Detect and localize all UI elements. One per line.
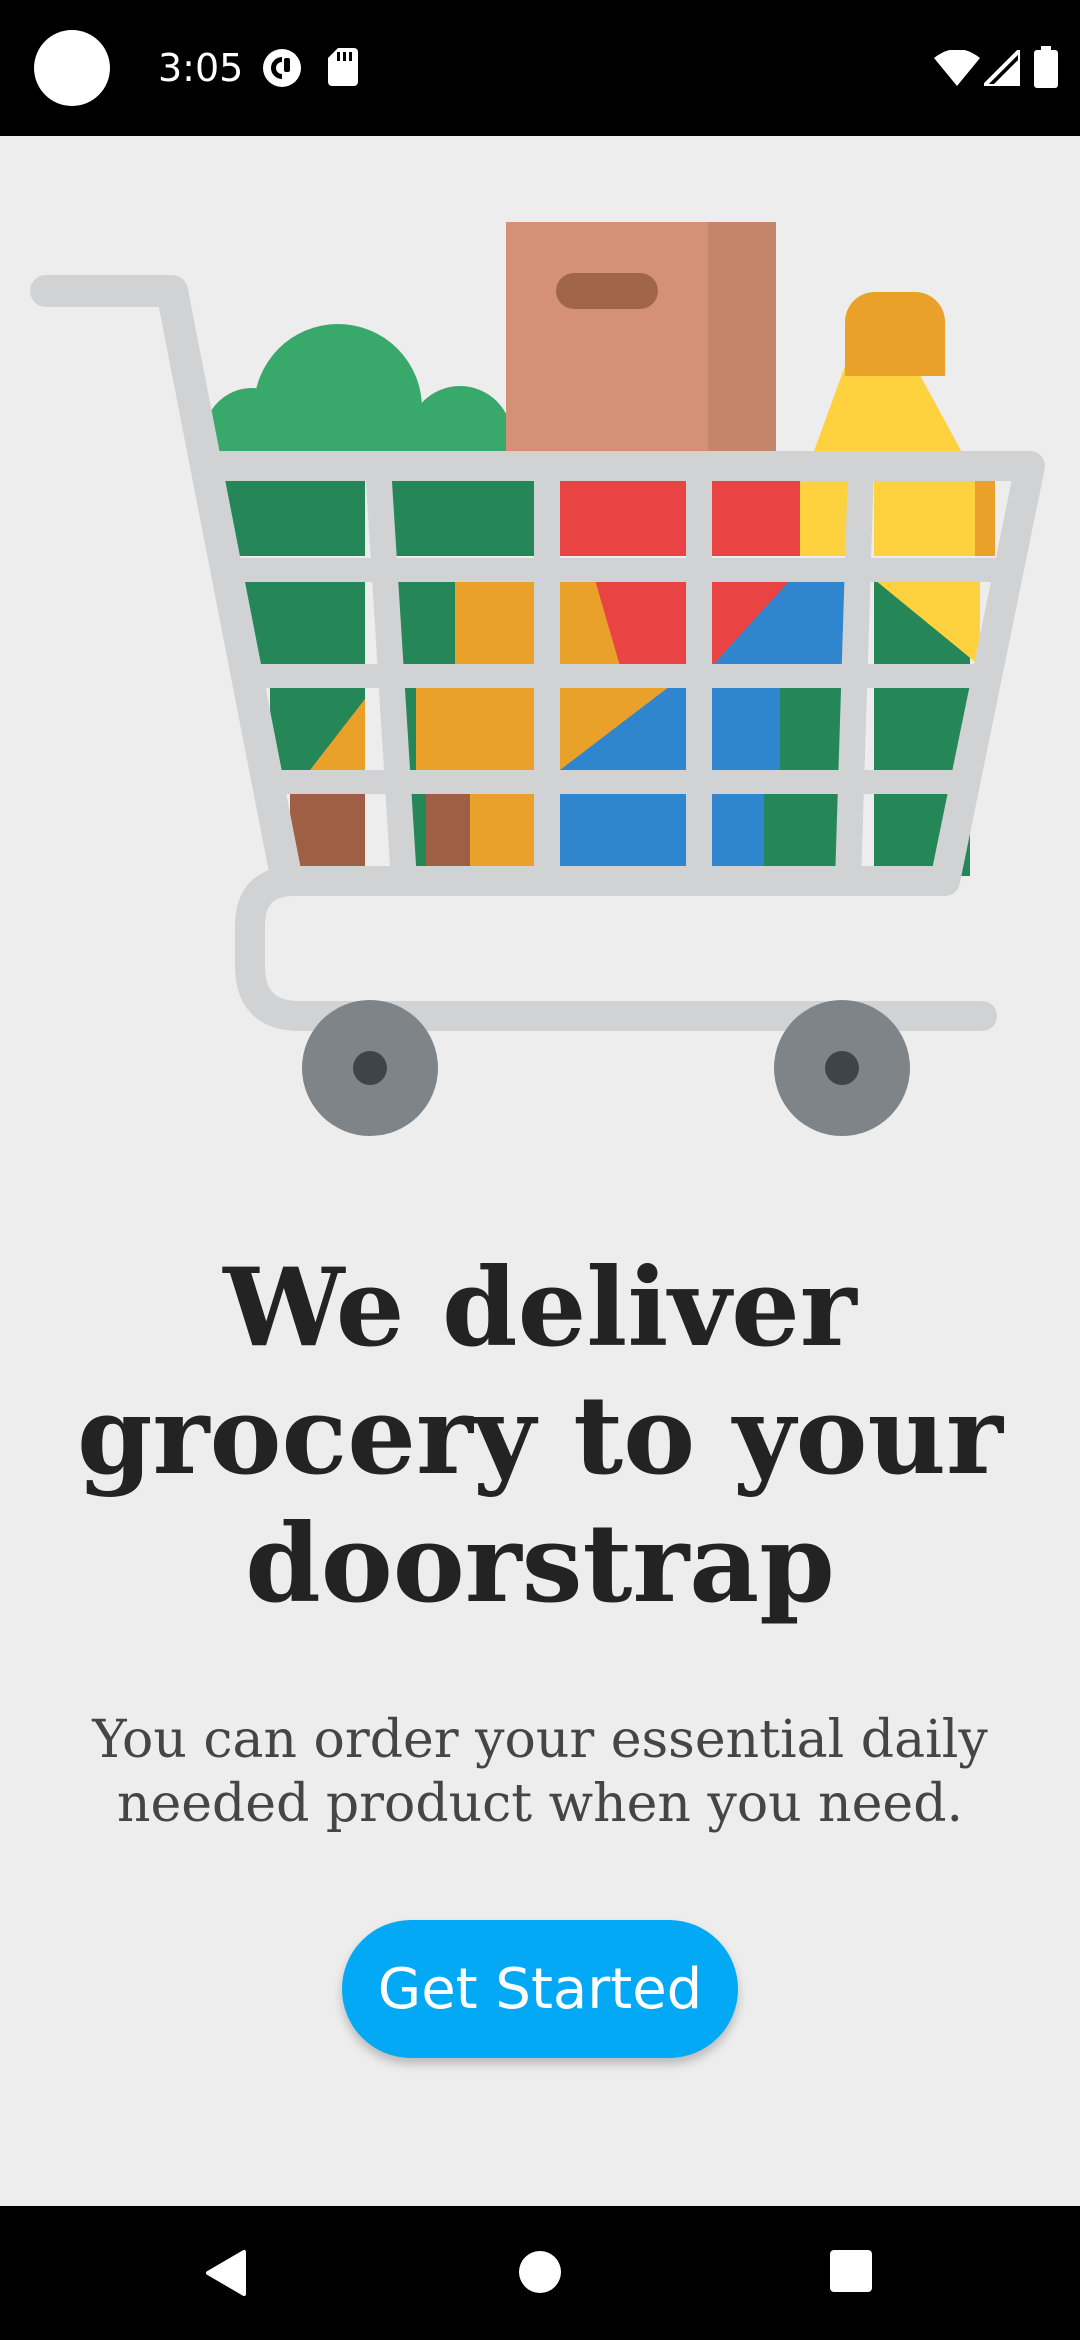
status-bar: 3:05 <box>0 0 1080 136</box>
back-icon[interactable] <box>204 2250 248 2296</box>
navigation-bar <box>0 2206 1080 2340</box>
recents-icon[interactable] <box>830 2250 872 2292</box>
onboarding-screen: We deliver grocery to your doorstrap You… <box>0 136 1080 2206</box>
bottle-icon <box>805 292 975 476</box>
signal-icon <box>984 50 1020 86</box>
wifi-icon <box>934 50 980 86</box>
get-started-button[interactable]: Get Started <box>342 1920 738 2058</box>
sd-card-icon <box>328 48 358 86</box>
battery-icon <box>1034 46 1058 88</box>
camera-cutout <box>34 30 110 106</box>
pocket-casts-icon <box>263 49 301 87</box>
subtitle: You can order your essential daily neede… <box>92 1710 988 1834</box>
headline: We deliver grocery to your doorstrap <box>77 1245 1003 1627</box>
shopping-cart-illustration <box>30 222 1045 1136</box>
status-time: 3:05 <box>158 46 244 90</box>
home-icon[interactable] <box>518 2250 562 2294</box>
